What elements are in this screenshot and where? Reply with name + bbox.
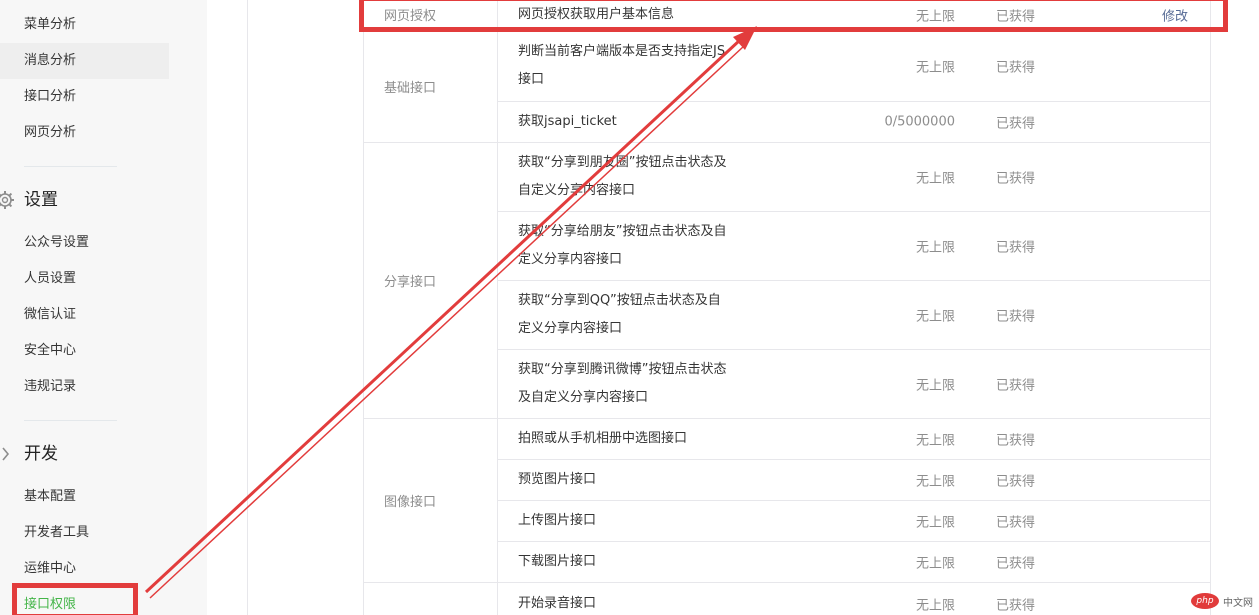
page: 菜单分析 消息分析 接口分析 网页分析 设置 公众号设置 人员设置 微信认证 安…	[0, 0, 1259, 615]
watermark: php 中文网	[1191, 593, 1253, 609]
watermark-text: 中文网	[1223, 597, 1253, 609]
php-logo: php	[1191, 593, 1219, 609]
annotation-arrow	[144, 26, 757, 599]
